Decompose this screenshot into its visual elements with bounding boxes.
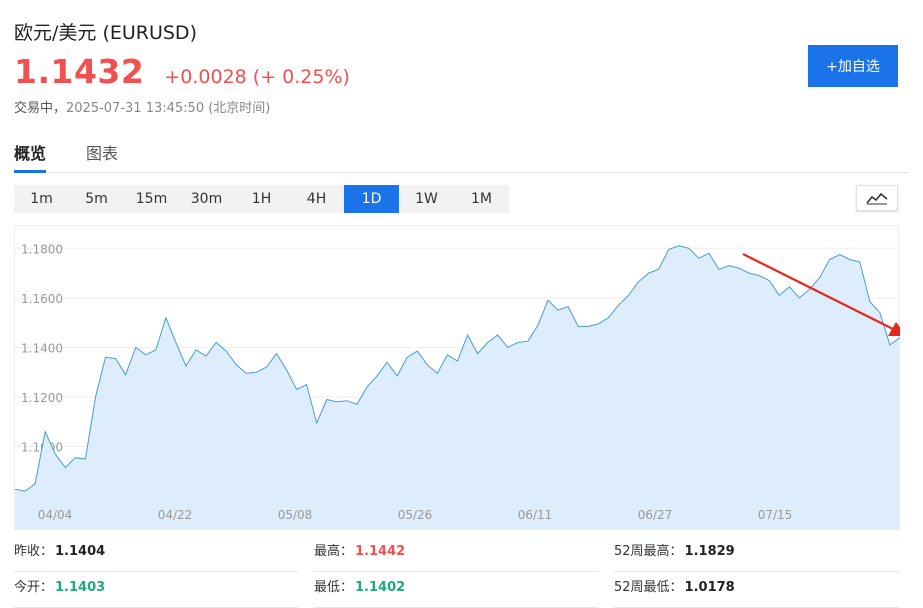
x-tick-label: 04/22: [158, 508, 193, 522]
line-chart-icon: [866, 192, 888, 205]
period-selector: 1m 5m 15m 30m 1H 4H 1D 1W 1M: [14, 185, 509, 213]
stat-label: 最高：: [314, 544, 354, 559]
stat-value: 1.1402: [355, 580, 406, 595]
stat-52w-high: 52周最高： 1.1829: [614, 536, 899, 572]
stat-value: 1.1442: [355, 544, 406, 559]
stat-open: 今开： 1.1403: [14, 572, 298, 608]
period-30m[interactable]: 30m: [179, 185, 234, 213]
status-label: 交易中，: [14, 101, 67, 116]
price-chart: 1.08001.10001.12001.14001.16001.180004/0…: [14, 225, 900, 530]
current-price: 1.1432: [14, 52, 145, 91]
period-1h[interactable]: 1H: [234, 185, 289, 213]
y-tick-label: 1.1400: [21, 341, 63, 355]
period-1w[interactable]: 1W: [399, 185, 454, 213]
stat-value: 1.1403: [55, 580, 106, 595]
period-4h[interactable]: 4H: [289, 185, 344, 213]
x-tick-label: 05/26: [398, 508, 433, 522]
series-area: [15, 245, 900, 530]
stat-value: 1.0178: [684, 580, 735, 595]
stat-label: 52周最高：: [614, 544, 683, 559]
annotation-arrow-head: [888, 322, 900, 336]
period-1mo[interactable]: 1M: [454, 185, 509, 213]
stat-label: 最低：: [314, 580, 354, 595]
x-tick-label: 06/27: [638, 508, 673, 522]
period-1d[interactable]: 1D: [344, 185, 399, 213]
stat-high: 最高： 1.1442: [314, 536, 598, 572]
period-15m[interactable]: 15m: [124, 185, 179, 213]
y-tick-label: 1.1800: [21, 242, 63, 256]
trading-status: 交易中，2025-07-31 13:45:50 (北京时间): [14, 97, 270, 116]
tab-overview[interactable]: 概览: [14, 140, 47, 173]
stat-label: 今开：: [14, 580, 54, 595]
x-tick-label: 07/15: [758, 508, 793, 522]
period-1m[interactable]: 1m: [14, 185, 69, 213]
add-watchlist-button[interactable]: +加自选: [808, 45, 898, 87]
stat-prev-close: 昨收： 1.1404: [14, 536, 298, 572]
y-tick-label: 1.1600: [21, 292, 63, 306]
stat-label: 昨收：: [14, 544, 54, 559]
stat-value: 1.1829: [684, 544, 735, 559]
page-title: 欧元/美元 (EURUSD): [14, 22, 197, 44]
chart-type-button[interactable]: [856, 185, 898, 211]
stat-label: 52周最低：: [614, 580, 683, 595]
tab-bar: 概览 图表: [14, 140, 909, 173]
tab-chart[interactable]: 图表: [86, 140, 118, 172]
price-row: 1.1432 +0.0028 (+ 0.25%): [14, 52, 350, 91]
stat-low: 最低： 1.1402: [314, 572, 598, 608]
x-tick-label: 05/08: [278, 508, 313, 522]
stat-52w-low: 52周最低： 1.0178: [614, 572, 899, 608]
x-tick-label: 04/04: [38, 508, 73, 522]
period-5m[interactable]: 5m: [69, 185, 124, 213]
y-tick-label: 1.1200: [21, 391, 63, 405]
x-tick-label: 06/11: [518, 508, 553, 522]
price-change: +0.0028 (+ 0.25%): [164, 66, 350, 88]
stat-value: 1.1404: [55, 544, 106, 559]
timestamp: 2025-07-31 13:45:50 (北京时间): [66, 101, 271, 116]
chart-svg: 1.08001.10001.12001.14001.16001.180004/0…: [15, 242, 900, 530]
